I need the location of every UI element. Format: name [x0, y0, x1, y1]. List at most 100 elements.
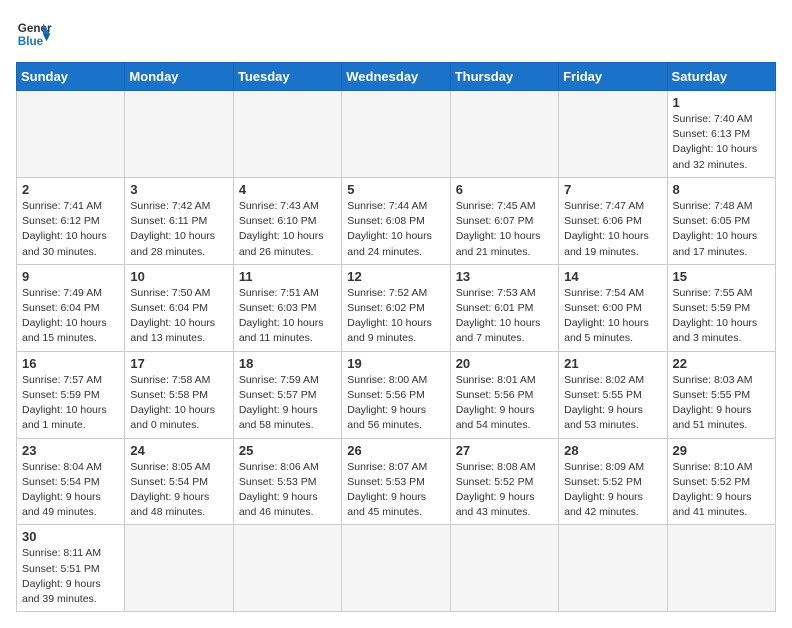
day-number: 11 [239, 269, 336, 284]
day-number: 6 [456, 182, 553, 197]
svg-text:Blue: Blue [18, 35, 44, 48]
calendar-cell: 3 Sunrise: 7:42 AM Sunset: 6:11 PM Daylig… [125, 177, 233, 264]
day-info: Sunrise: 7:54 AM Sunset: 6:00 PM Dayligh… [564, 286, 661, 347]
day-number: 28 [564, 443, 661, 458]
calendar-cell: 23 Sunrise: 8:04 AM Sunset: 5:54 PM Dayli… [17, 438, 125, 525]
logo-icon: General Blue [16, 16, 52, 52]
day-info: Sunrise: 7:43 AM Sunset: 6:10 PM Dayligh… [239, 199, 336, 260]
calendar-cell: 14 Sunrise: 7:54 AM Sunset: 6:00 PM Dayli… [559, 264, 667, 351]
weekday-header-row: SundayMondayTuesdayWednesdayThursdayFrid… [17, 63, 776, 91]
day-number: 12 [347, 269, 444, 284]
calendar-cell [450, 525, 558, 612]
day-info: Sunrise: 7:42 AM Sunset: 6:11 PM Dayligh… [130, 199, 227, 260]
day-number: 3 [130, 182, 227, 197]
calendar-cell: 13 Sunrise: 7:53 AM Sunset: 6:01 PM Dayli… [450, 264, 558, 351]
calendar-cell: 25 Sunrise: 8:06 AM Sunset: 5:53 PM Dayli… [233, 438, 341, 525]
day-info: Sunrise: 8:10 AM Sunset: 5:52 PM Dayligh… [673, 460, 770, 521]
calendar-cell: 22Sunrise: 8:03 AM Sunset: 5:55 PM Dayli… [667, 351, 775, 438]
calendar-cell: 8Sunrise: 7:48 AM Sunset: 6:05 PM Daylig… [667, 177, 775, 264]
day-info: Sunrise: 8:03 AM Sunset: 5:55 PM Dayligh… [673, 373, 770, 434]
day-number: 30 [22, 529, 119, 544]
day-number: 1 [673, 95, 770, 110]
day-number: 7 [564, 182, 661, 197]
calendar-cell [559, 91, 667, 178]
day-number: 23 [22, 443, 119, 458]
calendar-week-2: 2 Sunrise: 7:41 AM Sunset: 6:12 PM Daylig… [17, 177, 776, 264]
day-info: Sunrise: 8:11 AM Sunset: 5:51 PM Dayligh… [22, 546, 119, 607]
day-info: Sunrise: 8:08 AM Sunset: 5:52 PM Dayligh… [456, 460, 553, 521]
day-number: 2 [22, 182, 119, 197]
day-number: 4 [239, 182, 336, 197]
day-number: 16 [22, 356, 119, 371]
day-info: Sunrise: 7:41 AM Sunset: 6:12 PM Dayligh… [22, 199, 119, 260]
day-number: 20 [456, 356, 553, 371]
logo: General Blue [16, 16, 52, 52]
day-number: 27 [456, 443, 553, 458]
weekday-header-saturday: Saturday [667, 63, 775, 91]
day-info: Sunrise: 7:58 AM Sunset: 5:58 PM Dayligh… [130, 373, 227, 434]
calendar-cell: 1 Sunrise: 7:40 AM Sunset: 6:13 PM Daylig… [667, 91, 775, 178]
calendar-cell: 2 Sunrise: 7:41 AM Sunset: 6:12 PM Daylig… [17, 177, 125, 264]
calendar-cell: 17 Sunrise: 7:58 AM Sunset: 5:58 PM Dayli… [125, 351, 233, 438]
day-number: 13 [456, 269, 553, 284]
calendar-cell: 24Sunrise: 8:05 AM Sunset: 5:54 PM Dayli… [125, 438, 233, 525]
calendar-cell: 5Sunrise: 7:44 AM Sunset: 6:08 PM Daylig… [342, 177, 450, 264]
day-info: Sunrise: 7:45 AM Sunset: 6:07 PM Dayligh… [456, 199, 553, 260]
day-number: 17 [130, 356, 227, 371]
calendar-cell [17, 91, 125, 178]
day-number: 10 [130, 269, 227, 284]
day-info: Sunrise: 8:02 AM Sunset: 5:55 PM Dayligh… [564, 373, 661, 434]
calendar-cell: 9 Sunrise: 7:49 AM Sunset: 6:04 PM Daylig… [17, 264, 125, 351]
day-info: Sunrise: 7:51 AM Sunset: 6:03 PM Dayligh… [239, 286, 336, 347]
calendar-cell [125, 525, 233, 612]
calendar-cell: 10 Sunrise: 7:50 AM Sunset: 6:04 PM Dayli… [125, 264, 233, 351]
day-number: 14 [564, 269, 661, 284]
calendar-cell: 4 Sunrise: 7:43 AM Sunset: 6:10 PM Daylig… [233, 177, 341, 264]
weekday-header-thursday: Thursday [450, 63, 558, 91]
day-info: Sunrise: 7:40 AM Sunset: 6:13 PM Dayligh… [673, 112, 770, 173]
day-info: Sunrise: 7:53 AM Sunset: 6:01 PM Dayligh… [456, 286, 553, 347]
calendar-cell: 26Sunrise: 8:07 AM Sunset: 5:53 PM Dayli… [342, 438, 450, 525]
day-number: 18 [239, 356, 336, 371]
day-info: Sunrise: 8:09 AM Sunset: 5:52 PM Dayligh… [564, 460, 661, 521]
day-number: 8 [673, 182, 770, 197]
day-number: 25 [239, 443, 336, 458]
calendar-cell: 21 Sunrise: 8:02 AM Sunset: 5:55 PM Dayli… [559, 351, 667, 438]
weekday-header-sunday: Sunday [17, 63, 125, 91]
calendar-cell: 29Sunrise: 8:10 AM Sunset: 5:52 PM Dayli… [667, 438, 775, 525]
day-number: 19 [347, 356, 444, 371]
day-info: Sunrise: 7:49 AM Sunset: 6:04 PM Dayligh… [22, 286, 119, 347]
day-info: Sunrise: 8:04 AM Sunset: 5:54 PM Dayligh… [22, 460, 119, 521]
weekday-header-friday: Friday [559, 63, 667, 91]
day-number: 21 [564, 356, 661, 371]
day-info: Sunrise: 7:50 AM Sunset: 6:04 PM Dayligh… [130, 286, 227, 347]
calendar-week-1: 1 Sunrise: 7:40 AM Sunset: 6:13 PM Daylig… [17, 91, 776, 178]
weekday-header-tuesday: Tuesday [233, 63, 341, 91]
calendar-cell [233, 525, 341, 612]
calendar-cell [342, 91, 450, 178]
calendar-cell: 30 Sunrise: 8:11 AM Sunset: 5:51 PM Dayli… [17, 525, 125, 612]
calendar-cell: 7 Sunrise: 7:47 AM Sunset: 6:06 PM Daylig… [559, 177, 667, 264]
calendar-cell: 11 Sunrise: 7:51 AM Sunset: 6:03 PM Dayli… [233, 264, 341, 351]
day-info: Sunrise: 7:47 AM Sunset: 6:06 PM Dayligh… [564, 199, 661, 260]
calendar-cell [233, 91, 341, 178]
day-info: Sunrise: 8:06 AM Sunset: 5:53 PM Dayligh… [239, 460, 336, 521]
calendar-cell: 20 Sunrise: 8:01 AM Sunset: 5:56 PM Dayli… [450, 351, 558, 438]
calendar-cell [342, 525, 450, 612]
calendar-week-3: 9 Sunrise: 7:49 AM Sunset: 6:04 PM Daylig… [17, 264, 776, 351]
weekday-header-wednesday: Wednesday [342, 63, 450, 91]
calendar-cell: 19Sunrise: 8:00 AM Sunset: 5:56 PM Dayli… [342, 351, 450, 438]
calendar-cell: 18 Sunrise: 7:59 AM Sunset: 5:57 PM Dayli… [233, 351, 341, 438]
calendar-cell [667, 525, 775, 612]
day-number: 24 [130, 443, 227, 458]
calendar-cell: 16Sunrise: 7:57 AM Sunset: 5:59 PM Dayli… [17, 351, 125, 438]
calendar-cell [559, 525, 667, 612]
calendar-week-6: 30 Sunrise: 8:11 AM Sunset: 5:51 PM Dayli… [17, 525, 776, 612]
day-number: 9 [22, 269, 119, 284]
day-info: Sunrise: 7:59 AM Sunset: 5:57 PM Dayligh… [239, 373, 336, 434]
day-info: Sunrise: 8:01 AM Sunset: 5:56 PM Dayligh… [456, 373, 553, 434]
calendar-cell [450, 91, 558, 178]
day-number: 26 [347, 443, 444, 458]
page-header: General Blue [16, 16, 776, 52]
calendar-cell [125, 91, 233, 178]
